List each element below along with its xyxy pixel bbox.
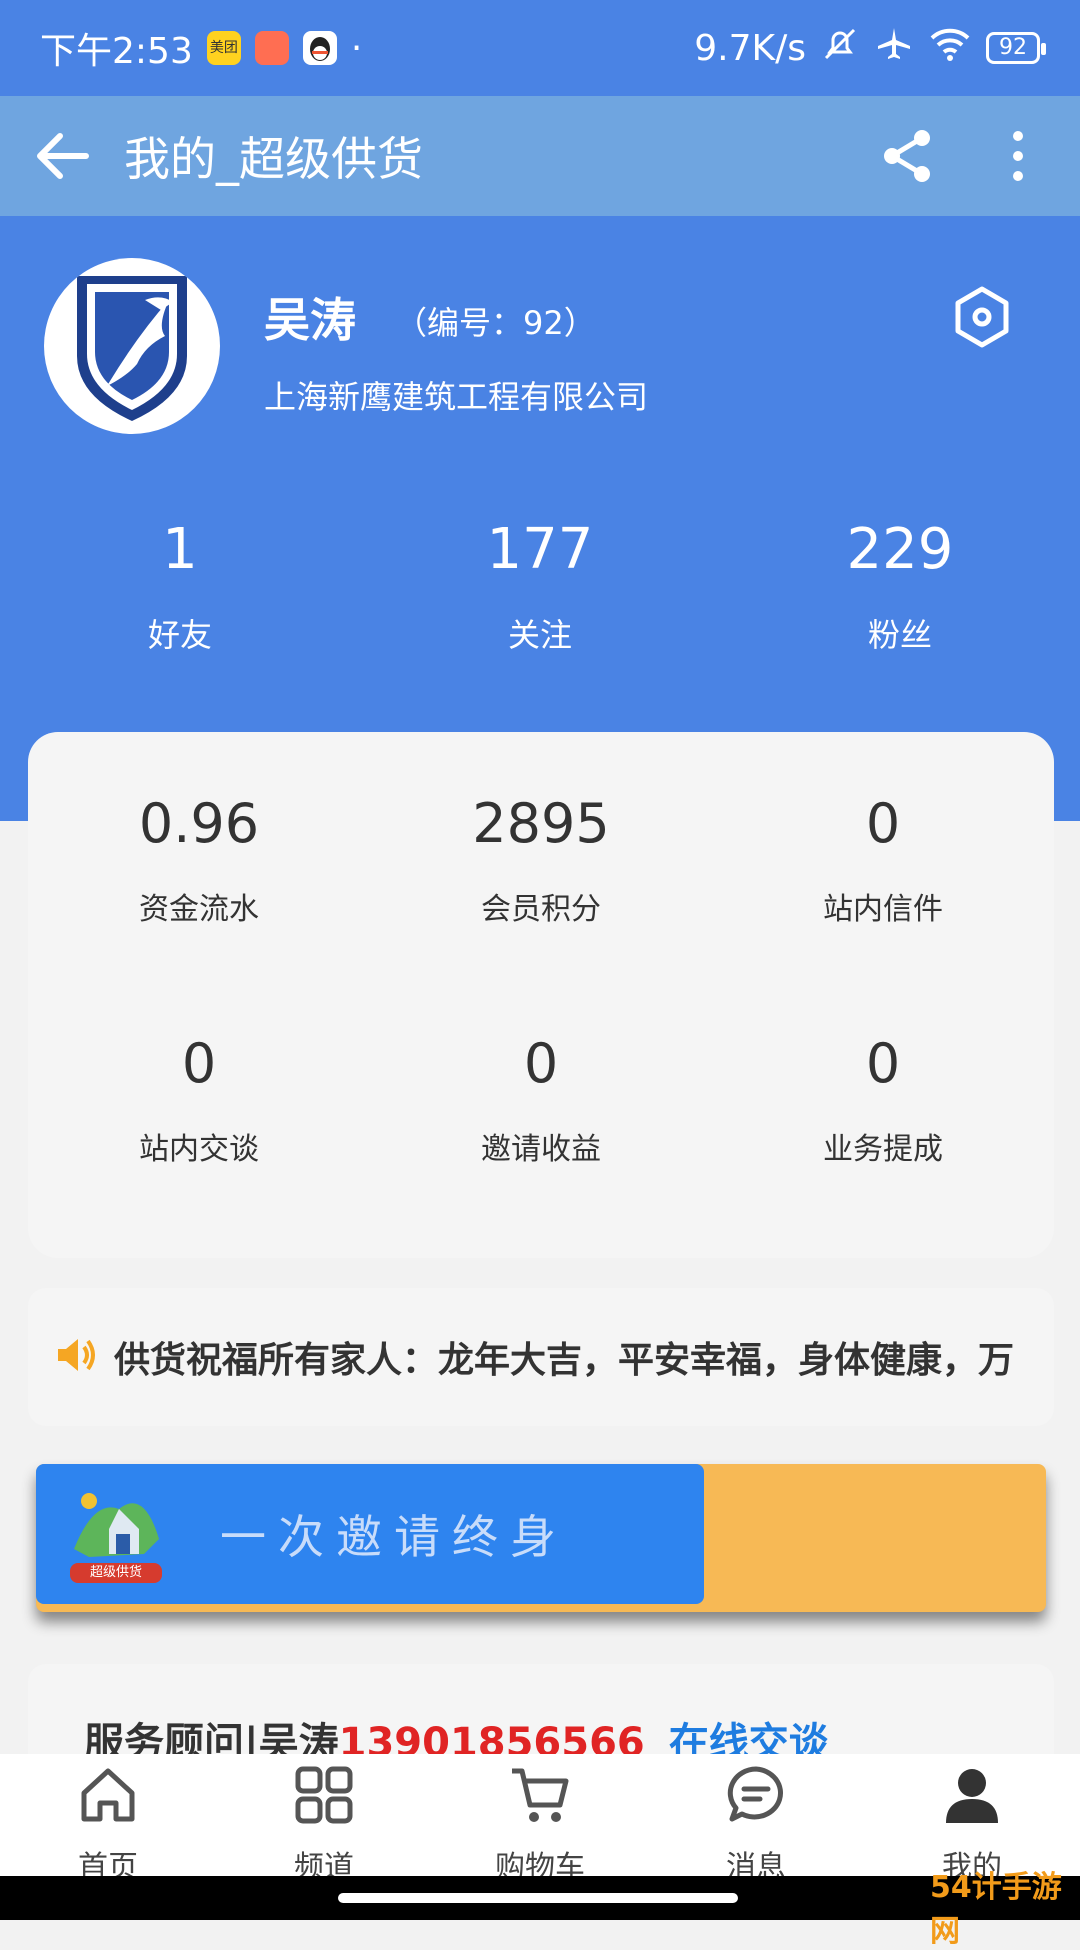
- home-indicator[interactable]: [338, 1893, 738, 1903]
- site-chat-label: 站内交谈: [139, 1132, 259, 1167]
- stat-friends[interactable]: 1 好友: [0, 510, 360, 656]
- back-arrow-icon[interactable]: [22, 116, 102, 196]
- stat-friends-count: 1: [162, 517, 198, 582]
- user-icon: [864, 1760, 1080, 1830]
- announcement-text: 供货祝福所有家人：龙年大吉，平安幸福，身体健康，万: [114, 1340, 1015, 1381]
- site-mail-cell[interactable]: 0 站内信件: [712, 792, 1054, 1032]
- stat-friends-label: 好友: [147, 616, 212, 654]
- commission-cell[interactable]: 0 业务提成: [712, 1032, 1054, 1272]
- user-code: （编号：92）: [395, 304, 596, 342]
- stat-following-label: 关注: [507, 616, 572, 654]
- social-stats: 1 好友 177 关注 229 粉丝: [0, 510, 1080, 656]
- banner-slogan: 一次邀请终身: [220, 1510, 568, 1564]
- invite-earnings-cell[interactable]: 0 邀请收益: [370, 1032, 712, 1272]
- app-bar: 我的_超级供货: [0, 96, 1080, 216]
- settings-icon[interactable]: [950, 285, 1014, 349]
- company-name: 上海新鹰建筑工程有限公司: [264, 378, 649, 416]
- app-notification-icon: [254, 31, 289, 65]
- online-chat-link[interactable]: 在线交谈: [669, 1720, 829, 1754]
- invite-banner-blue: 超级供货 一次邀请终身: [36, 1464, 704, 1604]
- member-points-value: 2895: [472, 792, 610, 855]
- site-mail-value: 0: [865, 792, 901, 855]
- site-chat-cell[interactable]: 0 站内交谈: [28, 1032, 370, 1272]
- qq-icon: [302, 31, 337, 65]
- invite-banner[interactable]: 超级供货 一次邀请终身: [36, 1464, 1046, 1612]
- advisor-name: 服务顾问|吴涛: [84, 1720, 339, 1754]
- advisor-phone[interactable]: 13901856566: [339, 1720, 645, 1754]
- banner-logo-label: 超级供货: [70, 1563, 162, 1583]
- stat-fans[interactable]: 229 粉丝: [720, 510, 1080, 656]
- banner-logo-icon: 超级供货: [64, 1479, 174, 1589]
- user-name: 吴涛: [264, 293, 356, 347]
- fund-flow-cell[interactable]: 0.96 资金流水: [28, 792, 370, 1032]
- airplane-icon: [874, 24, 914, 73]
- meituan-icon: 美团: [206, 31, 241, 65]
- invite-earnings-value: 0: [523, 1032, 559, 1095]
- battery-indicator: 92: [986, 32, 1046, 64]
- cart-icon: [432, 1760, 648, 1830]
- invite-earnings-label: 邀请收益: [481, 1132, 601, 1167]
- wifi-icon: [928, 24, 972, 73]
- page-title: 我的_超级供货: [124, 132, 423, 186]
- fund-flow-label: 资金流水: [139, 892, 259, 927]
- stat-following[interactable]: 177 关注: [360, 510, 720, 656]
- mute-icon: [820, 24, 860, 73]
- nav-channel[interactable]: 频道: [216, 1754, 432, 1885]
- status-bar: 下午2:53 美团 · 9.7K/s 92: [0, 0, 1080, 96]
- network-speed: 9.7K/s: [694, 27, 806, 69]
- gesture-bar: [0, 1876, 1080, 1920]
- fund-flow-value: 0.96: [138, 792, 260, 855]
- nav-messages[interactable]: 消息: [648, 1754, 864, 1885]
- stat-following-count: 177: [486, 517, 594, 582]
- grid-icon: [216, 1760, 432, 1830]
- account-summary-card: 0.96 资金流水 2895 会员积分 0 站内信件 0 站内交谈 0 邀请收益…: [28, 732, 1054, 1258]
- site-chat-value: 0: [181, 1032, 217, 1095]
- nav-home[interactable]: 首页: [0, 1754, 216, 1885]
- site-mail-label: 站内信件: [823, 892, 943, 927]
- status-right: 9.7K/s 92: [694, 24, 1046, 73]
- bottom-navigation: 首页 频道 购物车 消息 我的: [0, 1754, 1080, 1885]
- stat-fans-count: 229: [846, 517, 954, 582]
- stat-fans-label: 粉丝: [867, 616, 932, 654]
- commission-value: 0: [865, 1032, 901, 1095]
- nav-cart[interactable]: 购物车: [432, 1754, 648, 1885]
- service-advisor: 服务顾问|吴涛13901856566 在线交谈: [28, 1664, 1054, 1754]
- member-points-label: 会员积分: [481, 892, 601, 927]
- status-time: 下午2:53: [40, 31, 193, 72]
- member-points-cell[interactable]: 2895 会员积分: [370, 792, 712, 1032]
- avatar[interactable]: [44, 258, 220, 434]
- nav-mine[interactable]: 我的: [864, 1754, 1080, 1885]
- announcement-bar[interactable]: 供货祝福所有家人：龙年大吉，平安幸福，身体健康，万: [28, 1288, 1054, 1426]
- watermark-logo: 54计手游网: [930, 1870, 1062, 1949]
- message-icon: [648, 1760, 864, 1830]
- speaker-icon: [52, 1331, 100, 1383]
- share-icon[interactable]: [868, 116, 948, 196]
- more-vertical-icon[interactable]: [978, 116, 1058, 196]
- home-icon: [0, 1760, 216, 1830]
- status-left: 下午2:53 美团 ·: [40, 22, 362, 74]
- status-dot: ·: [350, 27, 363, 69]
- commission-label: 业务提成: [823, 1132, 943, 1167]
